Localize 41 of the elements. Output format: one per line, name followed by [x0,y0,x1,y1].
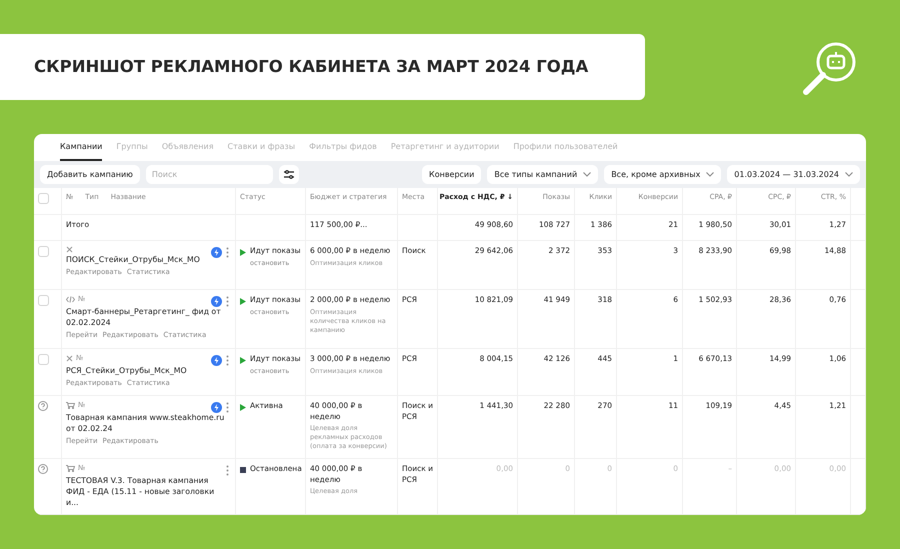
add-campaign-button[interactable]: Добавить кампанию [40,165,140,184]
dropdown[interactable]: Все типы кампаний [487,165,598,184]
help-icon[interactable] [38,401,48,411]
lightning-icon[interactable] [211,402,222,413]
play-icon [240,249,246,256]
stop-icon [240,467,246,473]
dropdown[interactable]: Все, кроме архивных [604,165,722,184]
checkbox[interactable] [38,354,49,365]
checkbox[interactable] [38,246,49,257]
tab[interactable]: Профили пользователей [513,134,618,161]
more-icon[interactable] [226,355,229,366]
tab[interactable]: Группы [116,134,148,161]
help-icon[interactable] [38,464,48,474]
lightning-icon[interactable] [211,355,222,366]
more-icon[interactable] [226,247,229,258]
more-icon[interactable] [226,465,229,476]
checkbox[interactable] [38,295,49,306]
chevron-down-icon [583,172,592,177]
code-icon [66,296,75,304]
cart-icon [66,465,75,472]
page-title: СКРИНШОТ РЕКЛАМНОГО КАБИНЕТА ЗА МАРТ 2024 ГОДА [34,56,588,78]
tab[interactable]: Объявления [162,134,214,161]
dropdown[interactable]: 01.03.2024 — 31.03.2024 [727,165,860,184]
tab[interactable]: Фильтры фидов [309,134,377,161]
lightning-icon[interactable] [211,296,222,307]
search-field[interactable]: Поиск [146,165,273,184]
play-icon [240,357,246,364]
play-icon [240,404,246,411]
cart-icon [66,402,75,410]
more-icon[interactable] [226,402,229,413]
lightning-icon[interactable] [211,247,222,258]
chevron-down-icon [845,172,853,177]
filter-button[interactable] [278,165,299,184]
conversions-button[interactable]: Конверсии [422,165,482,184]
checkbox[interactable] [38,193,49,204]
chevron-down-icon [706,172,714,177]
filter-icon [284,170,294,179]
tab[interactable]: Ставки и фразы [228,134,296,161]
tab[interactable]: Ретаргетинг и аудитории [390,134,500,161]
more-icon[interactable] [226,296,229,307]
play-icon [240,298,246,305]
